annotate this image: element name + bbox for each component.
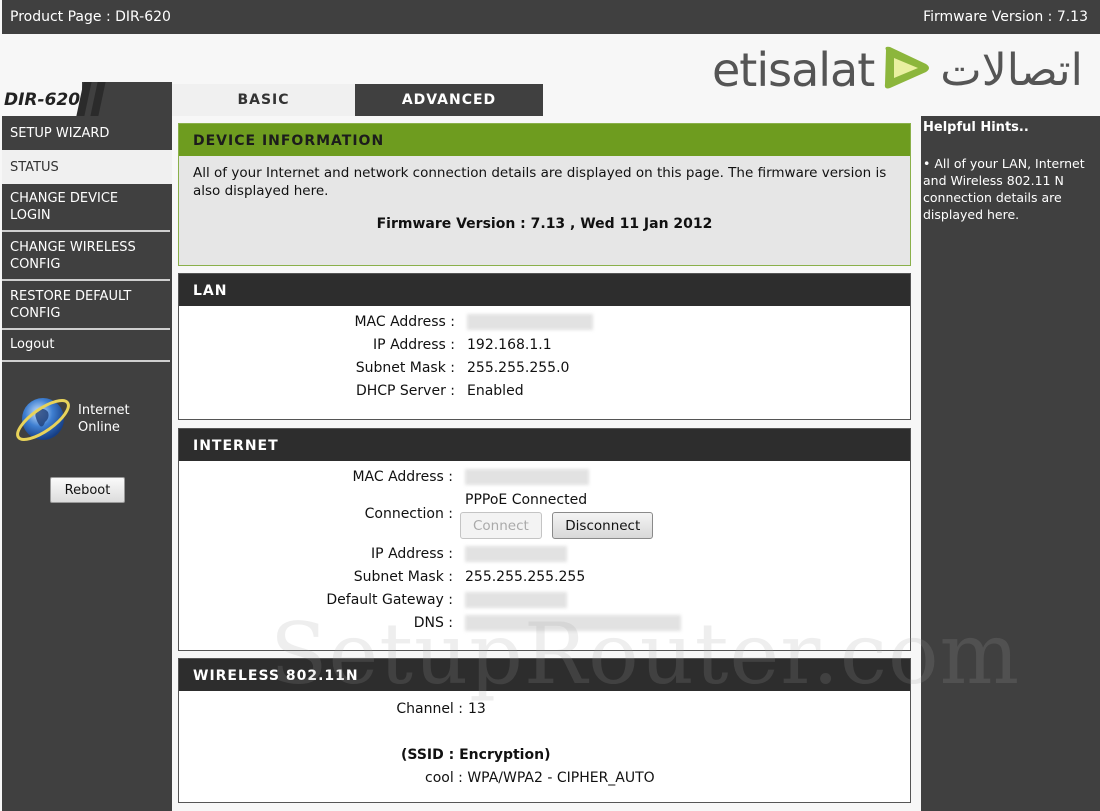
decorative-slash [90,82,106,116]
field-value [465,615,681,631]
status-line-1: Internet [78,403,130,418]
hints-title: Helpful Hints.. [923,120,1029,135]
connect-button[interactable]: Connect [460,512,542,539]
lan-ip-row: IP Address : 192.168.1.1 [179,337,910,360]
field-value: 13 [468,701,486,717]
sidebar-item-logout[interactable]: Logout [2,330,170,362]
field-value: 255.255.255.255 [465,569,586,585]
sidebar-item-setup-wizard[interactable]: SETUP WIZARD [2,116,172,150]
field-label: MAC Address : [352,469,453,485]
sidebar-item-status[interactable]: STATUS [2,150,172,184]
field-label: Subnet Mask : [355,360,455,376]
model-badge: DIR-620 [0,82,172,116]
tab-advanced[interactable]: ADVANCED [355,84,543,116]
redacted-value [465,615,681,631]
hints-body: • All of your LAN, Internet and Wireless… [923,156,1085,222]
ssid-row: cool : WPA/WPA2 - CIPHER_AUTO [425,770,655,786]
field-value [465,546,567,562]
model-name: DIR-620 [4,90,81,110]
field-label: IP Address : [371,546,453,562]
product-page-label: Product Page : DIR-620 [10,9,171,25]
field-value: Enabled [467,383,524,399]
redacted-value [465,546,567,562]
disconnect-button[interactable]: Disconnect [552,512,654,539]
section-title: INTERNET [179,429,910,461]
wireless-section: WIRELESS 802.11N Channel : 13 (SSID : En… [178,658,911,803]
firmware-line: Firmware Version : 7.13 , Wed 11 Jan 201… [376,216,713,232]
wireless-channel-row: Channel : 13 [179,701,910,724]
device-information-section: DEVICE INFORMATION All of your Internet … [178,123,911,266]
tab-basic[interactable]: BASIC [172,84,355,116]
sidebar-item-change-device-login[interactable]: CHANGE DEVICE LOGIN [2,184,170,232]
internet-ip-row: IP Address : [179,546,910,569]
field-label: IP Address : [373,337,455,353]
lan-subnet-row: Subnet Mask : 255.255.255.0 [179,360,910,383]
globe-icon [12,392,74,450]
lan-dhcp-row: DHCP Server : Enabled [179,383,910,406]
field-label: DHCP Server : [355,383,455,399]
status-line-2: Online [78,420,120,435]
sidebar-item-change-wireless-config[interactable]: CHANGE WIRELESS CONFIG [2,232,170,281]
internet-status-text: Internet Online [78,402,130,436]
field-value: 192.168.1.1 [467,337,552,353]
field-label: MAC Address : [354,314,455,330]
sidebar: SETUP WIZARD STATUS CHANGE DEVICE LOGIN … [0,116,172,811]
sidebar-item-restore-default-config[interactable]: RESTORE DEFAULT CONFIG [2,281,170,330]
lan-mac-row: MAC Address : [179,314,910,337]
connection-status: PPPoE Connected [465,492,588,508]
internet-connection-row: Connection : PPPoE Connected Connect Dis… [179,492,910,546]
firmware-version-label: Firmware Version : 7.13 [923,9,1088,25]
field-value [465,592,567,608]
field-label: Connection : [364,506,453,522]
field-label: DNS : [413,615,453,631]
internet-status: Internet Online [12,392,162,452]
section-title: DEVICE INFORMATION [179,124,910,156]
field-label: Default Gateway : [326,592,453,608]
redacted-value [467,314,593,330]
device-info-description: All of your Internet and network connect… [193,165,887,199]
field-value [467,314,593,330]
field-value: 255.255.255.0 [467,360,570,376]
lan-section: LAN MAC Address : IP Address : 192.168.1… [178,273,911,420]
internet-gateway-row: Default Gateway : [179,592,910,615]
field-label: Subnet Mask : [353,569,453,585]
internet-dns-row: DNS : [179,615,910,638]
redacted-value [465,592,567,608]
nav-row: DIR-620 BASIC ADVANCED [0,82,1100,116]
main-content: DEVICE INFORMATION All of your Internet … [172,116,918,811]
internet-subnet-row: Subnet Mask : 255.255.255.255 [179,569,910,592]
internet-mac-row: MAC Address : [179,469,910,492]
field-label: Channel : [396,701,463,717]
helpful-hints-panel: Helpful Hints.. • All of your LAN, Inter… [918,116,1100,811]
reboot-button[interactable]: Reboot [50,477,125,503]
top-bar: Product Page : DIR-620 Firmware Version … [0,0,1100,34]
field-value [465,469,589,485]
redacted-value [465,469,589,485]
section-title: WIRELESS 802.11N [179,659,910,691]
ssid-header: (SSID : Encryption) [401,747,551,763]
section-title: LAN [179,274,910,306]
internet-section: INTERNET MAC Address : Connection : PPPo… [178,428,911,651]
